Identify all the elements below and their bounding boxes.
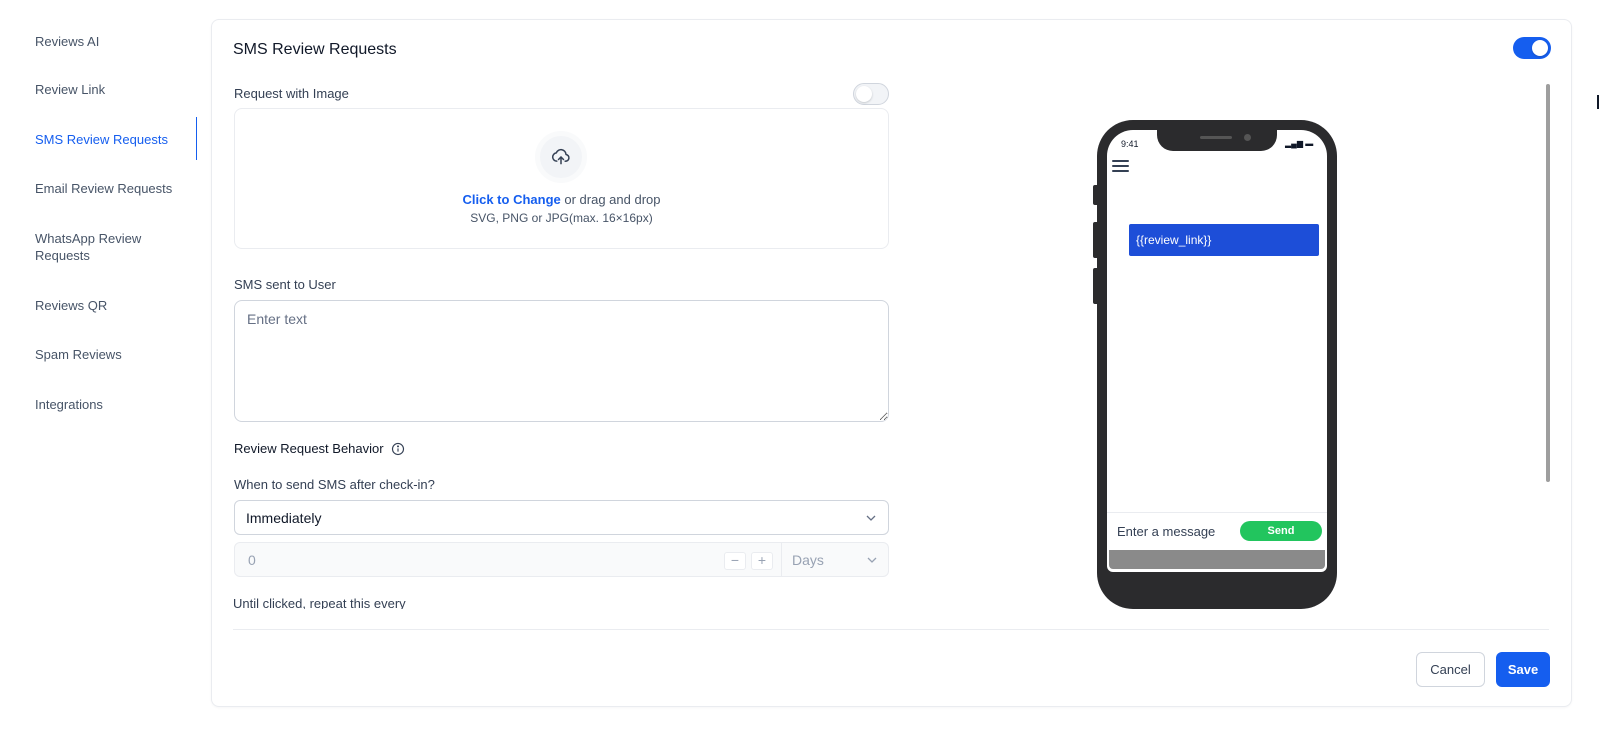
upload-icon	[535, 131, 587, 183]
sidebar-item-whatsapp-review-requests[interactable]: WhatsApp Review Requests	[35, 230, 160, 264]
toggle-knob	[856, 86, 872, 102]
sidebar-item-sms-review-requests[interactable]: SMS Review Requests	[35, 131, 185, 148]
upload-hint: SVG, PNG or JPG(max. 16×16px)	[470, 211, 653, 225]
save-button[interactable]: Save	[1496, 652, 1550, 687]
request-with-image-toggle[interactable]	[853, 83, 889, 105]
menu-icon	[1112, 160, 1129, 173]
delay-number-input[interactable]: 0 − + Days	[234, 542, 889, 577]
sidebar-item-spam-reviews[interactable]: Spam Reviews	[35, 346, 185, 363]
when-to-send-label: When to send SMS after check-in?	[234, 477, 435, 492]
when-to-send-value: Immediately	[246, 510, 322, 526]
phone-camera	[1244, 134, 1251, 141]
sidebar-item-email-review-requests[interactable]: Email Review Requests	[35, 180, 185, 197]
phone-home-area	[1109, 550, 1325, 569]
when-to-send-select[interactable]: Immediately	[234, 500, 889, 535]
sidebar-item-integrations[interactable]: Integrations	[35, 396, 185, 413]
message-bubble: {{review_link}}	[1129, 224, 1319, 256]
phone-message-input: Enter a message	[1117, 524, 1216, 539]
sidebar-item-review-link[interactable]: Review Link	[35, 81, 185, 98]
toggle-knob	[1532, 40, 1548, 56]
text-cursor	[1597, 95, 1599, 109]
upload-instructions: Click to Change or drag and drop	[234, 192, 889, 207]
phone-speaker	[1200, 136, 1232, 139]
footer-divider	[233, 629, 1549, 630]
sms-label: SMS sent to User	[234, 277, 336, 292]
delay-value: 0	[248, 552, 256, 568]
click-to-change-link[interactable]: Click to Change	[463, 192, 561, 207]
repeat-every-label: Until clicked, repeat this every	[233, 596, 406, 609]
scrollbar[interactable]	[1546, 84, 1550, 482]
settings-sidebar: Reviews AI Review Link SMS Review Reques…	[0, 0, 198, 734]
phone-send-button: Send	[1240, 521, 1322, 541]
sidebar-active-indicator	[196, 117, 197, 160]
sidebar-item-reviews-qr[interactable]: Reviews QR	[35, 297, 185, 314]
phone-time: 9:41	[1121, 139, 1139, 149]
increment-button[interactable]: +	[751, 552, 773, 570]
chevron-down-icon	[866, 515, 876, 521]
chevron-down-icon	[867, 557, 877, 563]
request-with-image-label: Request with Image	[234, 86, 349, 101]
delay-unit-select[interactable]: Days	[781, 543, 889, 576]
delay-unit-value: Days	[792, 552, 824, 568]
info-icon[interactable]	[391, 442, 405, 456]
review-request-behavior-heading: Review Request Behavior	[234, 441, 384, 456]
sms-message-textarea[interactable]	[234, 300, 889, 422]
sms-requests-toggle[interactable]	[1513, 37, 1551, 59]
page-title: SMS Review Requests	[233, 41, 397, 58]
upload-drag-text: or drag and drop	[560, 192, 661, 207]
phone-screen	[1107, 130, 1327, 572]
signal-battery-icon: ▂▄▆ ▬	[1285, 139, 1314, 148]
decrement-button[interactable]: −	[724, 552, 746, 570]
sidebar-item-reviews-ai[interactable]: Reviews AI	[35, 33, 185, 50]
cancel-button[interactable]: Cancel	[1416, 652, 1485, 687]
